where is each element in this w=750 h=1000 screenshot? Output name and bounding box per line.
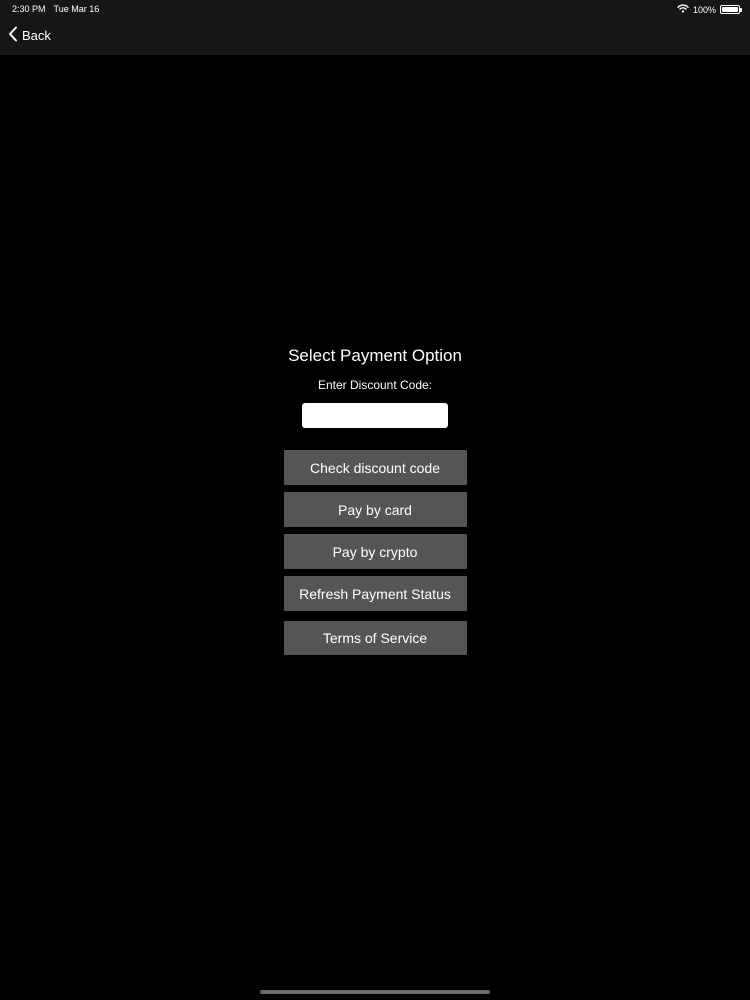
terms-of-service-button[interactable]: Terms of Service	[283, 621, 467, 655]
back-label: Back	[22, 28, 51, 43]
status-date: Tue Mar 16	[53, 4, 100, 14]
pay-by-card-button[interactable]: Pay by card	[283, 492, 467, 527]
battery-icon	[720, 5, 742, 14]
home-indicator[interactable]	[260, 990, 490, 994]
battery-cap	[740, 8, 742, 12]
status-bar: 2:30 PM Tue Mar 16 100%	[0, 0, 750, 18]
discount-code-input[interactable]	[302, 403, 448, 428]
battery-percent: 100%	[692, 4, 716, 15]
chevron-left-icon	[8, 26, 18, 45]
discount-code-label: Enter Discount Code:	[317, 378, 433, 392]
status-right: 100%	[677, 4, 742, 15]
status-time: 2:30 PM	[12, 4, 46, 14]
check-discount-button[interactable]: Check discount code	[283, 450, 467, 485]
payment-screen: 2:30 PM Tue Mar 16 100% Back Select Paym…	[0, 0, 750, 1000]
navigation-bar: Back	[0, 22, 750, 52]
payment-options: Select Payment Option Enter Discount Cod…	[0, 343, 750, 655]
refresh-payment-status-button[interactable]: Refresh Payment Status	[283, 576, 467, 611]
back-button[interactable]: Back	[8, 26, 51, 45]
page-title: Select Payment Option	[288, 346, 462, 365]
wifi-icon	[677, 4, 689, 15]
status-left: 2:30 PM Tue Mar 16	[12, 4, 99, 14]
pay-by-crypto-button[interactable]: Pay by crypto	[283, 534, 467, 569]
battery-fill	[722, 7, 738, 12]
